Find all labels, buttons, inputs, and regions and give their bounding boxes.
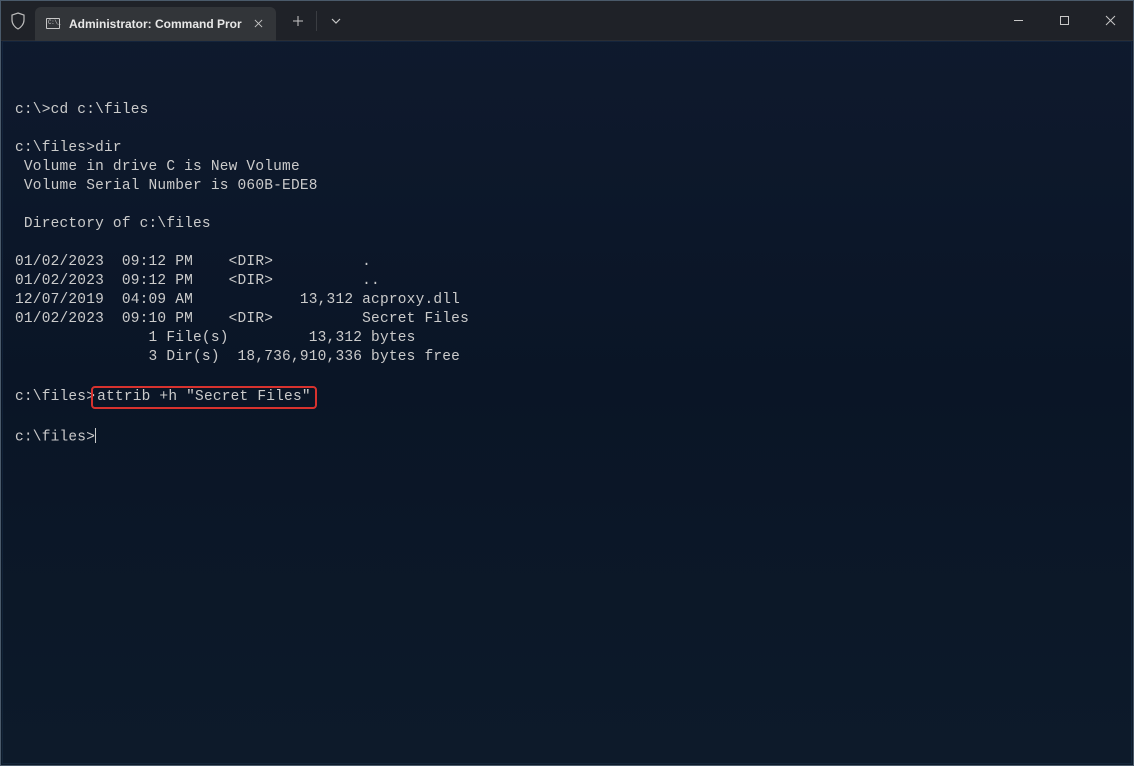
close-window-button[interactable] [1087, 1, 1133, 41]
titlebar-left: Administrator: Command Pror [1, 1, 351, 40]
terminal-line: 1 File(s) 13,312 bytes [15, 329, 1119, 348]
terminal-line: c:\>cd c:\files [15, 101, 1119, 120]
terminal-line [15, 120, 1119, 139]
cmd-icon [45, 16, 61, 32]
terminal-line: c:\files>attrib +h "Secret Files" [15, 386, 1119, 409]
terminal-window: Administrator: Command Pror [0, 0, 1134, 766]
tab-close-button[interactable] [250, 15, 268, 33]
terminal-line: 01/02/2023 09:12 PM <DIR> .. [15, 272, 1119, 291]
terminal-line [15, 234, 1119, 253]
highlighted-command: attrib +h "Secret Files" [91, 386, 317, 409]
terminal-line: c:\files>dir [15, 139, 1119, 158]
maximize-button[interactable] [1041, 1, 1087, 41]
admin-shield-icon [1, 1, 35, 41]
terminal-output[interactable]: c:\>cd c:\files c:\files>dir Volume in d… [1, 41, 1133, 765]
terminal-line: 01/02/2023 09:12 PM <DIR> . [15, 253, 1119, 272]
terminal-line [15, 196, 1119, 215]
terminal-line: 12/07/2019 04:09 AM 13,312 acproxy.dll [15, 291, 1119, 310]
tab-active[interactable]: Administrator: Command Pror [35, 7, 276, 41]
window-controls [995, 1, 1133, 40]
tab-label: Administrator: Command Pror [69, 17, 242, 31]
terminal-line [15, 367, 1119, 386]
terminal-line: Volume in drive C is New Volume [15, 158, 1119, 177]
tab-dropdown-button[interactable] [321, 5, 351, 37]
terminal-line: c:\files> [15, 428, 1119, 447]
terminal-line: 01/02/2023 09:10 PM <DIR> Secret Files [15, 310, 1119, 329]
terminal-line: Directory of c:\files [15, 215, 1119, 234]
terminal-line: Volume Serial Number is 060B-EDE8 [15, 177, 1119, 196]
terminal-line [15, 409, 1119, 428]
titlebar: Administrator: Command Pror [1, 1, 1133, 41]
new-tab-button[interactable] [282, 5, 314, 37]
terminal-line: 3 Dir(s) 18,736,910,336 bytes free [15, 348, 1119, 367]
divider [316, 11, 317, 31]
minimize-button[interactable] [995, 1, 1041, 41]
cursor [95, 428, 96, 443]
